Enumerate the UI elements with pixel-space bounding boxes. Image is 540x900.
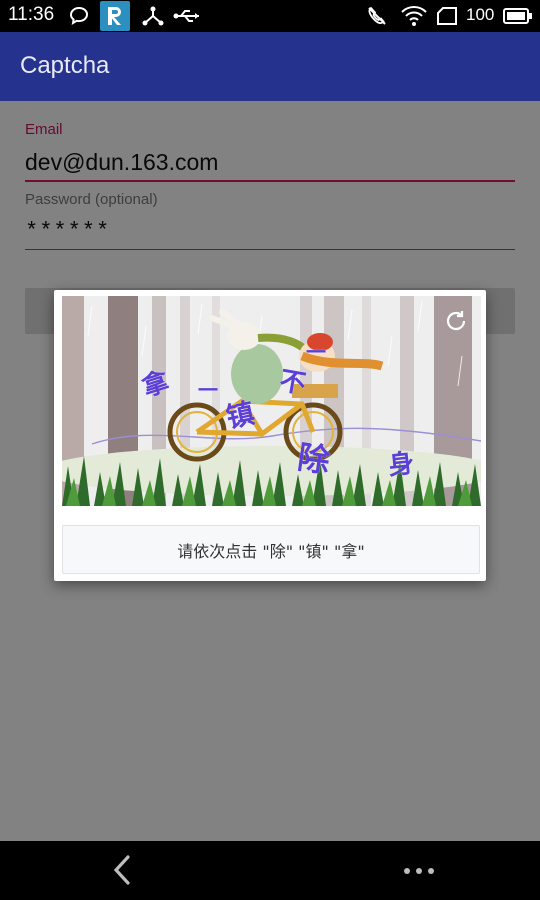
app-title: Captcha xyxy=(20,52,110,79)
sim-icon xyxy=(435,4,459,28)
captcha-char[interactable]: 身 xyxy=(386,443,416,483)
navigation-bar xyxy=(0,841,540,900)
status-bar: 11:36 100 xyxy=(0,0,540,32)
app-bar: Captcha xyxy=(0,32,540,101)
status-time: 11:36 xyxy=(8,4,55,25)
captcha-char[interactable]: 一 xyxy=(198,374,218,403)
chat-bubble-icon xyxy=(66,4,92,28)
no-call-icon xyxy=(364,4,390,28)
usb-icon xyxy=(173,4,203,28)
wifi-icon xyxy=(400,4,428,28)
battery-level: 100 xyxy=(466,5,495,24)
more-icon[interactable] xyxy=(402,863,436,877)
app-r-icon xyxy=(100,1,130,31)
refresh-icon[interactable] xyxy=(443,308,469,334)
captcha-prompt-text: 请依次点击 "除" "镇" "拿" xyxy=(177,541,365,561)
captcha-scene xyxy=(62,296,481,506)
captcha-char[interactable]: 除 xyxy=(295,432,333,482)
network-share-icon xyxy=(140,4,166,28)
back-icon[interactable] xyxy=(108,853,138,887)
battery-icon xyxy=(503,4,533,28)
captcha-char[interactable]: 一 xyxy=(306,336,326,365)
captcha-dialog: 拿 一 镇 不 一 除 身 请依次点击 "除" "镇" "拿" xyxy=(54,290,486,581)
captcha-prompt: 请依次点击 "除" "镇" "拿" xyxy=(62,525,480,574)
captcha-image[interactable]: 拿 一 镇 不 一 除 身 xyxy=(62,296,481,506)
